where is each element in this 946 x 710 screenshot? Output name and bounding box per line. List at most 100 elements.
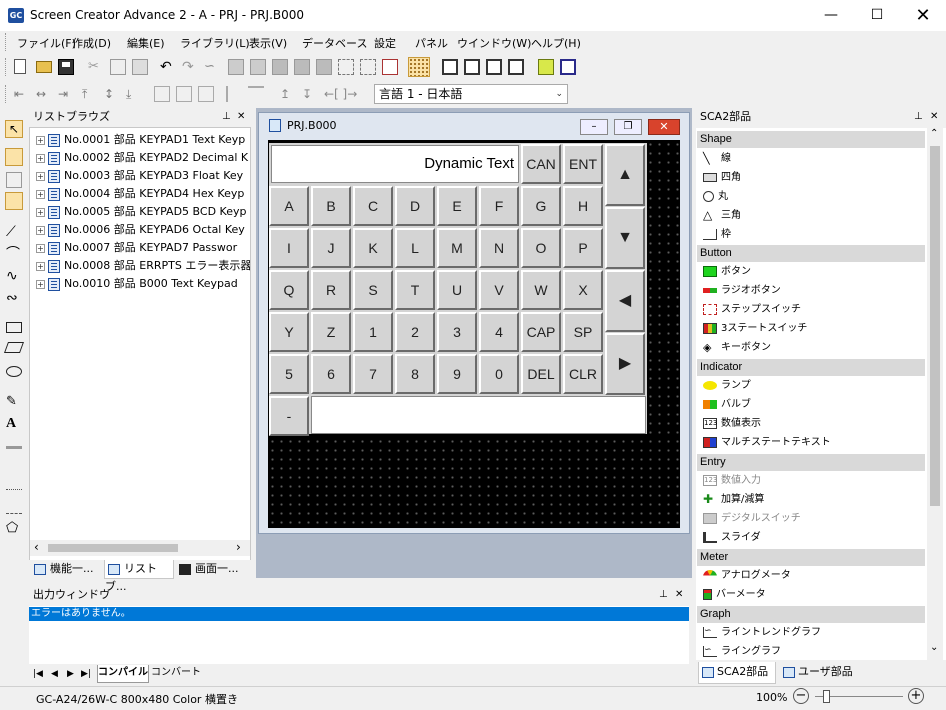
zoom-in-icon[interactable]: +	[908, 688, 924, 704]
maximize-button[interactable]: ☐	[854, 0, 900, 31]
key[interactable]: 9	[437, 354, 477, 394]
category-meter[interactable]: Meter	[697, 549, 925, 566]
fill-tool-icon[interactable]	[6, 446, 22, 462]
part-item[interactable]: 123 数値表示	[703, 415, 761, 432]
align-right-icon[interactable]: ⇥	[58, 86, 74, 102]
space-key[interactable]: SP	[563, 312, 603, 352]
layout4-icon[interactable]	[508, 59, 524, 75]
group-icon[interactable]	[228, 59, 244, 75]
scroll-left-icon[interactable]: ‹	[34, 540, 39, 554]
polyline-icon[interactable]: ∽	[204, 59, 220, 75]
same-width-icon[interactable]	[198, 86, 214, 102]
key[interactable]: I	[269, 228, 309, 268]
part-item[interactable]: 3ステートスイッチ	[703, 320, 807, 337]
part-item[interactable]: ∽ ライングラフ	[703, 643, 781, 660]
key[interactable]: Q	[269, 270, 309, 310]
key[interactable]: 3	[437, 312, 477, 352]
grid-icon[interactable]	[408, 57, 430, 77]
category-indicator[interactable]: Indicator	[697, 359, 925, 376]
align-middle-icon[interactable]: ↕	[104, 86, 120, 102]
minus-key[interactable]: -	[269, 396, 309, 436]
part-item[interactable]: ラジオボタン	[703, 282, 781, 299]
expand-icon[interactable]: +	[36, 243, 45, 253]
key[interactable]: X	[563, 270, 603, 310]
part-item[interactable]: 丸	[703, 188, 728, 205]
part-item[interactable]: ╲ 線	[703, 150, 731, 167]
scroll-thumb[interactable]	[930, 146, 940, 506]
tree-item[interactable]: + No.0002 部品 KEYPAD2 Decimal K	[36, 149, 250, 167]
keypad-display[interactable]: Dynamic Text	[271, 145, 519, 183]
pen-tool-icon[interactable]: ✎	[6, 394, 22, 410]
output-message[interactable]: エラーはありません。	[29, 607, 689, 621]
select-area-icon[interactable]	[338, 59, 354, 75]
expand-icon[interactable]: +	[36, 225, 45, 235]
part-item[interactable]: スライダ	[703, 529, 761, 546]
frame-icon[interactable]	[360, 59, 376, 75]
part-item[interactable]: デジタルスイッチ	[703, 510, 801, 527]
document-icon[interactable]	[382, 59, 398, 75]
library-h-scrollbar[interactable]: ‹ ›	[30, 540, 250, 556]
save-icon[interactable]	[58, 59, 74, 75]
expand-icon[interactable]: +	[36, 261, 45, 271]
pin-icon[interactable]: ⊥	[222, 108, 231, 126]
key[interactable]: A	[269, 186, 309, 226]
arrow-down-key[interactable]: ▼	[605, 207, 645, 269]
scroll-right-icon[interactable]: ›	[236, 540, 241, 554]
minimize-button[interactable]: —	[808, 0, 854, 31]
key[interactable]: 6	[311, 354, 351, 394]
caps-key[interactable]: CAP	[521, 312, 561, 352]
part-item[interactable]: 枠	[703, 226, 731, 243]
pin-icon[interactable]: ⊥	[914, 108, 923, 126]
align-left-icon[interactable]: ⇤	[14, 86, 30, 102]
scroll-down-icon[interactable]: ⌄	[930, 642, 938, 653]
zoom-slider-thumb[interactable]	[823, 690, 830, 703]
key[interactable]: G	[521, 186, 561, 226]
clear-key[interactable]: CLR	[563, 354, 603, 394]
menu-edit[interactable]: 編集(E)	[127, 35, 165, 51]
panel-close-icon[interactable]: ✕	[675, 586, 683, 604]
first-page-icon[interactable]: |◀	[33, 669, 43, 679]
tab-compile[interactable]: コンパイル	[97, 665, 149, 683]
rectangle-tool-icon[interactable]	[6, 322, 22, 333]
space-v-icon[interactable]	[226, 86, 242, 102]
key[interactable]: P	[563, 228, 603, 268]
prev-page-icon[interactable]: ◀	[51, 669, 58, 679]
part-item[interactable]: ∽ ライントレンドグラフ	[703, 624, 821, 641]
curve-tool-icon[interactable]: ∾	[6, 290, 22, 306]
frame-select-icon[interactable]	[6, 172, 22, 188]
key[interactable]: 2	[395, 312, 435, 352]
key[interactable]: 0	[479, 354, 519, 394]
menu-database[interactable]: データベース	[302, 35, 367, 51]
part-item[interactable]: ◈ キーボタン	[703, 339, 771, 356]
key[interactable]: D	[395, 186, 435, 226]
key[interactable]: M	[437, 228, 477, 268]
key[interactable]: V	[479, 270, 519, 310]
pointer-icon[interactable]: ↖	[5, 120, 23, 138]
tree-item[interactable]: + No.0008 部品 ERRPTS エラー表示器	[36, 257, 250, 275]
category-entry[interactable]: Entry	[697, 454, 925, 471]
key[interactable]: Z	[311, 312, 351, 352]
tree-item[interactable]: + No.0006 部品 KEYPAD6 Octal Key	[36, 221, 250, 239]
part-item[interactable]: △ 三角	[703, 207, 741, 224]
copy-icon[interactable]	[110, 59, 126, 75]
menu-library[interactable]: ライブラリ(L)	[180, 35, 250, 51]
key[interactable]: 5	[269, 354, 309, 394]
cancel-key[interactable]: CAN	[521, 144, 561, 184]
category-button[interactable]: Button	[697, 245, 925, 262]
tree-item[interactable]: + No.0007 部品 KEYPAD7 Passwor	[36, 239, 250, 257]
key[interactable]: 1	[353, 312, 393, 352]
arc-tool-icon[interactable]: ⌒	[6, 246, 22, 262]
key[interactable]: 4	[479, 312, 519, 352]
tab-list-browse[interactable]: リストブ...	[104, 560, 174, 593]
tab-user-parts[interactable]: ユーザ部品	[780, 662, 870, 684]
arrow-left-key[interactable]: ◀	[605, 270, 645, 332]
key[interactable]: R	[311, 270, 351, 310]
align-center-icon[interactable]: ↔	[36, 86, 52, 102]
arrow-right-key[interactable]: ▶	[605, 333, 645, 395]
expand-icon[interactable]: +	[36, 171, 45, 181]
tab-screens[interactable]: 画面一...	[176, 560, 248, 578]
cut-icon[interactable]: ✂	[88, 59, 104, 75]
pin-icon[interactable]: ⊥	[659, 586, 668, 604]
new-icon[interactable]	[14, 59, 26, 74]
space-h-icon[interactable]	[248, 86, 264, 102]
